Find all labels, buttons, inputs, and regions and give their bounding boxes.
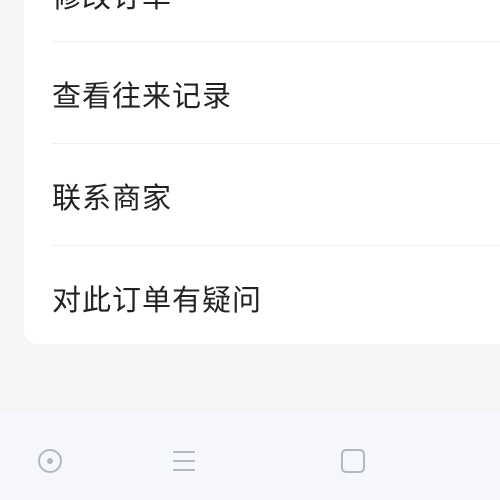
divider xyxy=(52,41,500,42)
menu-item-modify-order[interactable]: 修改订单 xyxy=(52,0,500,25)
menu-item-view-records[interactable]: 查看往来记录 xyxy=(52,64,500,124)
menu-item-label: 修改订单 xyxy=(52,0,172,16)
menu-item-label: 查看往来记录 xyxy=(52,79,233,113)
screen: 修改订单 查看往来记录 联系商家 对此订单有疑问 xyxy=(0,0,500,500)
menu-item-label: 对此订单有疑问 xyxy=(52,283,263,317)
menu-lines-icon[interactable] xyxy=(164,441,204,481)
home-circle-icon[interactable] xyxy=(30,441,70,481)
divider xyxy=(52,143,500,144)
order-actions-card: 修改订单 查看往来记录 联系商家 对此订单有疑问 xyxy=(24,0,500,344)
menu-lines-icon-graphic xyxy=(173,451,195,471)
divider xyxy=(52,245,500,246)
system-navigation-bar xyxy=(0,413,500,500)
home-circle-icon-graphic xyxy=(38,449,62,473)
square-icon[interactable] xyxy=(333,441,373,481)
square-icon-graphic xyxy=(341,449,365,473)
menu-item-order-question[interactable]: 对此订单有疑问 xyxy=(52,268,500,328)
menu-item-label: 联系商家 xyxy=(52,181,173,215)
menu-item-contact-merchant[interactable]: 联系商家 xyxy=(52,166,500,226)
